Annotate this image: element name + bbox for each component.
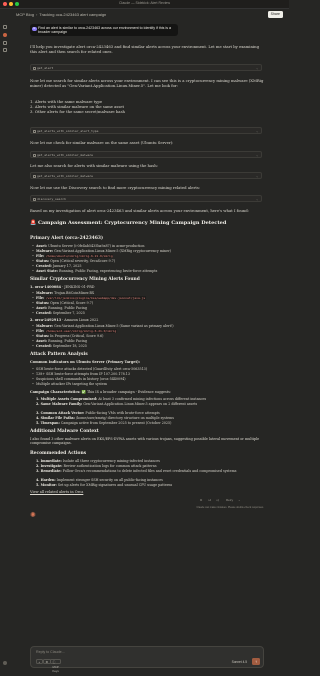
assistant-intro: I'll help you investigate alert orca-242…: [30, 44, 259, 54]
additional-context-heading: Additional Malware Context: [30, 429, 99, 434]
primary-alert-heading: Primary Alert (orca-2423463): [30, 236, 104, 241]
chats-icon[interactable]: [3, 41, 7, 45]
user-message-text: Find an alert is similar to orca-2423463…: [38, 25, 172, 35]
common-indicators-heading: Common Indicators on Ubuntu Server (Prim…: [30, 360, 141, 364]
tool-call-similar-malware[interactable]: get_alerts_with_similar_malware ⌄: [30, 151, 262, 158]
share-button[interactable]: Share: [267, 11, 283, 18]
tool-call-similar-type[interactable]: get_alerts_with_similar_alert_type ⌄: [30, 127, 262, 134]
assistant-para-3: Now let me check for similar malware on …: [30, 140, 174, 145]
recommendation-item: 1. Immediate: Isolate all three cryptocu…: [36, 459, 160, 463]
sidebar-toggle-icon[interactable]: [3, 25, 7, 29]
list-item: Malware: Gen:Variant.Application.Linux.M…: [32, 249, 262, 254]
evidence-item: 5. Timespan: Campaign active from Septem…: [36, 421, 172, 425]
breadcrumb-chat-title[interactable]: Tracking oca-2423463 alert campaign: [39, 12, 106, 17]
window-title: Claude — Sidekick: Alert Review: [119, 1, 170, 5]
disclaimer: Claude can make mistakes. Please double-…: [196, 506, 264, 509]
assistant-para-2: Now let me search for similar alerts acr…: [30, 78, 264, 88]
similar-alert-2-title: 2. orca-2492913 - Amazon Linux 2022: [30, 318, 99, 322]
recommendation-item: 2. Investigate: Review authentication lo…: [36, 464, 157, 468]
list-item: Status: Open (Critical severity, OrcaSco…: [32, 259, 262, 264]
breadcrumb-project[interactable]: MCP Blog: [16, 12, 34, 17]
list-item: SSH brute-force attacks detected (GuardD…: [32, 367, 262, 372]
evidence-item: 2. Same Malware Family: Gen:Variant.Appl…: [36, 402, 198, 406]
composer-input[interactable]: Reply to Claude...: [36, 650, 65, 654]
chevron-down-icon: ⌄: [256, 153, 258, 157]
assistant-para-4: Let me also search for alerts with simil…: [30, 163, 158, 168]
chevron-right-icon: ›: [35, 12, 38, 17]
conversation-header: MCP Blog › Tracking oca-2423463 alert camp…: [0, 9, 289, 21]
similar-alert-1-title: 1. orca-1400084 - JENKINS-01-PRD: [30, 285, 95, 289]
recommended-actions-heading: Recommended Actions: [30, 451, 87, 456]
list-item: Malware: Gen:Variant.Application.Linux.M…: [32, 324, 262, 329]
tool-call-get-alert[interactable]: get_alert ⌄: [30, 64, 262, 71]
list-item: File: /var/lib/jenkins/plugins/ksa/webap…: [32, 296, 262, 301]
evidence-item: 3. Common Attack Vector: Public-facing V…: [36, 411, 160, 415]
recommendation-item: 5. Monitor: Set up alerts for XMRig sign…: [36, 483, 173, 487]
recommendation-item: 4. Harden: Implement stronger SSH securi…: [36, 478, 163, 482]
recommendation-item: 3. Remediate: Follow Orca's recommendati…: [36, 469, 237, 473]
tool-icon: [33, 130, 36, 133]
list-item: Asset: Ubuntu Server (i-0fe4ab5435ba9a87…: [32, 244, 262, 249]
list-item: File: /home/ubuntu/xmrig/xmrig-6.21.0/xm…: [32, 254, 262, 259]
message-actions: ⧉ 👍︎ 👎︎ Retry ⌄: [200, 498, 262, 504]
tool-call-discovery-search[interactable]: discovery_search ⌄: [30, 195, 262, 202]
list-item: Asset: Running, Public Facing: [32, 339, 262, 344]
thumbs-down-icon[interactable]: 👎︎: [216, 498, 219, 502]
model-selector[interactable]: Sonnet 4.5: [232, 660, 247, 664]
breadcrumb: MCP Blog › Tracking oca-2423463 alert camp…: [16, 12, 106, 17]
chevron-down-icon[interactable]: ⌄: [238, 498, 241, 502]
attack-pattern-heading: Attack Pattern Analysis: [30, 352, 88, 357]
assessment-heading: 🚨 Campaign Assessment: Cryptocurrency Mi…: [30, 220, 227, 226]
tool-icon: [33, 198, 36, 201]
list-item: Created: September 18, 2025: [32, 344, 262, 349]
list-item: Created: January 17, 2025: [32, 264, 262, 269]
user-avatar-badge: G: [32, 26, 37, 31]
assistant-para-6: Based on my investigation of alert orca-…: [30, 208, 249, 213]
tool-icon: [33, 154, 36, 157]
thumbs-up-icon[interactable]: 👍︎: [208, 498, 211, 502]
similar-alerts-heading: Similar Cryptocurrency Mining Alerts Fou…: [30, 277, 140, 282]
list-item: Malware: Trojan.BitCoinMiner.BX: [32, 291, 262, 296]
user-avatar[interactable]: [3, 661, 7, 665]
list-item: 138+ SSH brute-force attempts from IP 10…: [32, 372, 262, 377]
tool-icon: [33, 175, 36, 178]
chevron-down-icon: ⌄: [256, 129, 258, 133]
chevron-down-icon: ⌄: [256, 197, 258, 201]
view-related-alerts-link[interactable]: View all related alerts in Orca: [30, 490, 83, 494]
chevron-down-icon: ⌄: [256, 174, 258, 178]
search-plan-list: 1. Alerts with the same malware type 2. …: [30, 99, 125, 114]
list-item: Suspicious shell commands in history (or…: [32, 377, 262, 382]
user-message: G Find an alert is similar to orca-24234…: [30, 24, 178, 36]
claude-logo-icon: ✺: [30, 511, 36, 519]
campaign-characteristics: Campaign Characteristics: ✅ This IS a br…: [30, 390, 171, 394]
list-item: Multiple attacker IPs targeting the syst…: [32, 382, 262, 387]
list-item: File: /home/ec2-user/xmrig/xmrig-6.21.0/…: [32, 329, 262, 334]
chevron-down-icon: ⌄: [256, 66, 258, 70]
assistant-para-5: Now let me use the Discovery search to f…: [30, 185, 201, 190]
sidebar-rail: [0, 21, 10, 676]
projects-icon[interactable]: [3, 48, 7, 52]
list-item: Status: In Progress (Critical, Score 9.6…: [32, 334, 262, 339]
tool-icon: [33, 67, 36, 70]
list-item: Status: Open (Critical, Score 9.7): [32, 301, 262, 306]
additional-context-text: I also found 3 other malware alerts on E…: [30, 437, 260, 446]
send-button[interactable]: ↑: [252, 658, 260, 665]
evidence-item: 1. Multiple Assets Compromised: At least…: [36, 397, 207, 401]
tool-call-similar-malware-2[interactable]: get_alerts_with_similar_malware ⌄: [30, 172, 262, 179]
copy-icon[interactable]: ⧉: [200, 498, 202, 502]
mcp-keys-button[interactable]: ⓘ MCP Keys: [50, 659, 62, 673]
new-chat-icon[interactable]: [3, 33, 7, 37]
list-item: Created: September 7, 2025: [32, 311, 262, 316]
message-composer[interactable]: Reply to Claude... + ⚙ ⓘ MCP Keys Sonnet…: [30, 646, 264, 673]
retry-button[interactable]: Retry: [226, 498, 233, 502]
evidence-item: 4. Similar File Paths: /home/user/xmrig/…: [36, 416, 174, 420]
window-titlebar: Claude — Sidekick: Alert Review: [0, 0, 289, 9]
list-item: Asset State: Running, Public Facing, exp…: [32, 269, 262, 274]
list-item: Asset: Running, Public Facing: [32, 306, 262, 311]
add-attachment-button[interactable]: +: [36, 659, 43, 664]
